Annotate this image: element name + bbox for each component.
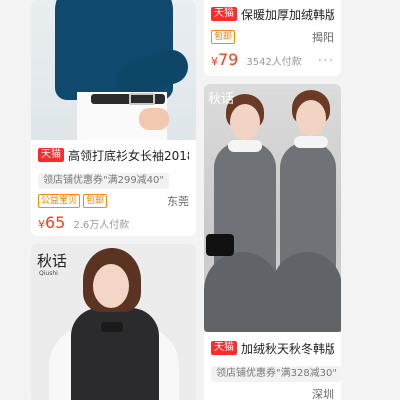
product-title[interactable]: 高领打底衫女长袖2018 [68,147,189,164]
tags-row: 公益宝贝 包邮 东莞 [38,192,189,210]
buckle-shape [129,93,155,105]
skirt-shape [204,252,280,332]
product-image[interactable] [31,0,196,140]
price-row: ¥65 2.6万人付款 [38,213,189,235]
coupon-row: 领店铺优惠券"满328减30" [211,361,341,382]
face-shape [296,100,326,136]
handbag-shape [206,234,234,256]
product-image[interactable]: 秋话 [204,84,341,332]
product-image[interactable]: 秋话 Qiushi [31,244,196,400]
face-shape [93,264,129,308]
product-title[interactable]: 保暖加厚加绒韩版冬季 [241,6,334,23]
seller-location: 东莞 [167,195,189,208]
product-card[interactable]: 秋话 天猫 加绒秋天秋冬韩版百搭 领店铺优惠券"满328减30" 深圳 [204,84,341,400]
tmall-badge: 天猫 [211,341,237,355]
product-price: ¥65 [38,213,66,232]
product-info: 天猫 保暖加厚加绒韩版冬季 包邮 揭阳 ¥79 3542人付款 ··· [204,4,341,72]
collar-shape [294,136,328,148]
product-card[interactable]: 天猫 保暖加厚加绒韩版冬季 包邮 揭阳 ¥79 3542人付款 ··· [204,0,341,76]
tags-row: 包邮 揭阳 [211,28,334,46]
product-title-row: 天猫 高领打底衫女长袖2018 [38,145,189,165]
face-shape [230,104,260,140]
collar-shape [228,140,262,152]
product-card[interactable]: 秋话 Qiushi [31,244,196,400]
price-row: ¥79 3542人付款 ··· [211,50,334,72]
sold-count: 3542人付款 [246,57,302,68]
coupon-label[interactable]: 领店铺优惠券"满328减30" [211,366,341,382]
tmall-badge: 天猫 [211,7,237,21]
coupon-row: 领店铺优惠券"满299减40" [38,168,189,189]
product-info: 天猫 加绒秋天秋冬韩版百搭 领店铺优惠券"满328减30" 深圳 [204,338,341,400]
product-title-row: 天猫 加绒秋天秋冬韩版百搭 [211,338,334,358]
more-options-icon[interactable]: ··· [318,53,334,69]
bow-shape [101,322,123,332]
product-feed: 天猫 高领打底衫女长袖2018 领店铺优惠券"满299减40" 公益宝贝 包邮 … [0,0,400,400]
brand-subtitle: Qiushi [39,270,58,277]
sold-count: 2.6万人付款 [73,220,130,231]
product-card[interactable]: 天猫 高领打底衫女长袖2018 领店铺优惠券"满299减40" 公益宝贝 包邮 … [31,0,196,236]
tags-row: 深圳 [211,385,334,400]
brand-logo: 秋话 [208,92,235,107]
product-title-row: 天猫 保暖加厚加绒韩版冬季 [211,4,334,24]
seller-location: 深圳 [312,388,334,400]
product-title[interactable]: 加绒秋天秋冬韩版百搭 [241,340,334,357]
charity-tag: 公益宝贝 [38,194,81,208]
product-price: ¥79 [211,50,239,69]
brand-logo: 秋话 [37,252,68,270]
seller-location: 揭阳 [312,31,334,44]
coupon-label[interactable]: 领店铺优惠券"满299减40" [38,173,170,189]
product-info: 天猫 高领打底衫女长袖2018 领店铺优惠券"满299减40" 公益宝贝 包邮 … [31,145,196,235]
skirt-shape [272,252,341,332]
tmall-badge: 天猫 [38,148,64,162]
free-shipping-tag: 包邮 [83,194,108,208]
hand-shape [139,108,169,130]
free-shipping-tag: 包邮 [211,30,236,44]
